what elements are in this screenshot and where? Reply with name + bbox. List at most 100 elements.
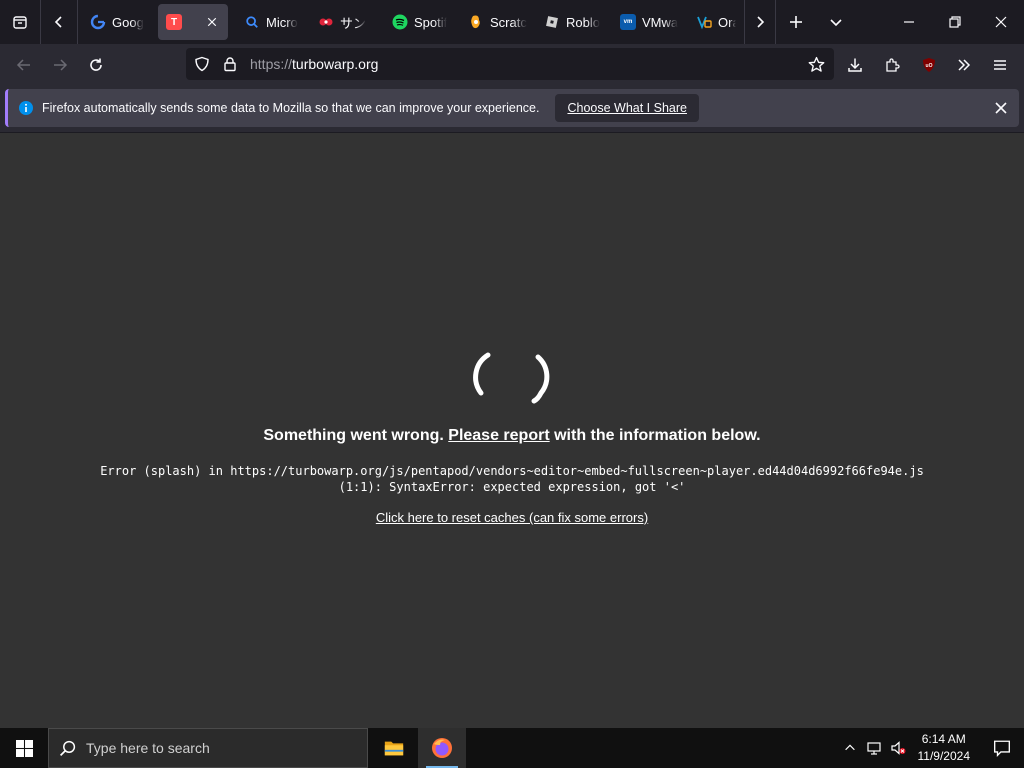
puzzle-piece-icon	[886, 58, 900, 72]
error-detail-line: Error (splash) in https://turbowarp.org/…	[100, 464, 924, 478]
folder-icon	[384, 741, 404, 756]
search-placeholder: Type here to search	[86, 740, 210, 756]
page-content: Something went wrong. Please report with…	[0, 133, 1024, 728]
taskbar-search-box[interactable]: Type here to search	[48, 728, 368, 768]
tracking-protection-shield-icon[interactable]	[188, 48, 216, 80]
error-heading-prefix: Something went wrong.	[263, 427, 449, 444]
google-icon	[90, 14, 106, 30]
notification-icon	[994, 740, 1010, 757]
spotify-icon	[392, 14, 408, 30]
tab-spotify[interactable]: Spotif	[384, 4, 460, 40]
close-icon	[995, 102, 1007, 114]
tab-title: Roblo	[566, 14, 600, 30]
tab-strip-separator	[77, 0, 78, 44]
choose-what-i-share-button[interactable]: Choose What I Share	[555, 94, 699, 122]
list-all-tabs-button[interactable]	[816, 0, 856, 44]
tab-sanrio[interactable]: サン	[310, 4, 384, 40]
close-window-button[interactable]	[978, 0, 1024, 44]
extensions-button[interactable]	[874, 49, 910, 81]
scroll-tabs-right-button[interactable]	[745, 0, 775, 44]
chevron-down-icon	[830, 19, 842, 27]
clock-date: 11/9/2024	[917, 749, 971, 763]
vmware-icon: vm	[620, 14, 636, 30]
tab-title: Goog	[112, 14, 144, 30]
reset-caches-link[interactable]: Click here to reset caches (can fix some…	[0, 510, 1024, 525]
tab-microsoft[interactable]: Micro	[236, 4, 310, 40]
volume-muted-icon	[890, 741, 905, 755]
close-notification-button[interactable]	[993, 100, 1009, 116]
choose-what-i-share-label: Choose What I Share	[567, 101, 687, 115]
roblox-icon	[544, 14, 560, 30]
file-explorer-taskbar-button[interactable]	[370, 728, 418, 768]
oracle-icon	[696, 14, 712, 30]
sanrio-icon	[318, 14, 334, 30]
firefox-view-icon	[13, 16, 27, 29]
tab-turbowarp[interactable]: T	[158, 4, 228, 40]
system-tray: 6:14 AM 11/9/2024	[838, 728, 1024, 768]
restore-icon	[949, 16, 961, 28]
hamburger-menu-icon	[994, 60, 1006, 70]
firefox-view-button[interactable]	[0, 0, 40, 44]
tab-title: サン	[340, 15, 367, 31]
url-scheme: https://	[250, 56, 293, 72]
show-hidden-icons-button[interactable]	[838, 728, 862, 768]
minimize-button[interactable]	[886, 0, 932, 44]
data-collection-notification: Firefox automatically sends some data to…	[5, 89, 1019, 127]
turbowarp-icon: T	[166, 14, 182, 30]
loading-spinner-icon	[473, 352, 550, 404]
tab-roblox[interactable]: Roblo	[536, 4, 612, 40]
arrow-left-icon	[16, 59, 30, 71]
tab-title: VMwa	[642, 14, 679, 30]
firefox-taskbar-button[interactable]	[418, 728, 466, 768]
restore-button[interactable]	[932, 0, 978, 44]
please-report-link[interactable]: Please report	[448, 427, 549, 444]
network-icon	[866, 742, 881, 755]
windows-taskbar: Type here to search 6:14 AM 11/9/2024	[0, 728, 1024, 768]
scroll-tabs-left-button[interactable]	[41, 0, 77, 44]
double-chevron-right-icon	[958, 59, 971, 71]
info-icon	[18, 100, 34, 116]
navigation-toolbar: https://turbowarp.org uO	[0, 44, 1024, 86]
volume-button[interactable]	[886, 728, 910, 768]
url-bar[interactable]: https://turbowarp.org	[186, 48, 834, 80]
downloads-button[interactable]	[837, 49, 873, 81]
url-text[interactable]: https://turbowarp.org	[250, 56, 378, 72]
close-tab-button[interactable]	[204, 14, 220, 30]
tab-title: Micro	[266, 14, 298, 30]
tab-google[interactable]: Goog	[82, 4, 154, 40]
action-center-button[interactable]	[980, 728, 1024, 768]
ublock-origin-button[interactable]: uO	[911, 49, 947, 81]
close-icon	[995, 16, 1007, 28]
tab-title: Scratc	[490, 14, 527, 30]
new-tab-button[interactable]	[776, 0, 816, 44]
tab-vmware[interactable]: vm VMwa	[612, 4, 688, 40]
lock-icon[interactable]	[216, 48, 244, 80]
forward-button[interactable]	[42, 49, 78, 81]
scratch-icon	[468, 14, 484, 30]
start-button[interactable]	[0, 728, 48, 768]
search-icon	[59, 740, 76, 756]
tab-scratch[interactable]: Scratc	[460, 4, 536, 40]
back-button[interactable]	[6, 49, 42, 81]
close-icon	[207, 17, 217, 27]
tab-oracle[interactable]: Ora	[688, 4, 744, 40]
url-host: turbowarp.org	[292, 56, 379, 72]
arrow-right-icon	[54, 59, 68, 71]
windows-logo-icon	[15, 739, 33, 757]
clock[interactable]: 6:14 AM 11/9/2024	[918, 731, 971, 765]
reload-icon	[90, 58, 102, 71]
plus-icon	[790, 16, 802, 28]
search-icon	[244, 14, 260, 30]
tab-strip: Goog T Micro サン Spotif Scratc Roblo vm V…	[0, 0, 1024, 44]
clock-time: 6:14 AM	[921, 732, 966, 746]
svg-text:uO: uO	[926, 63, 933, 69]
reload-button[interactable]	[78, 49, 114, 81]
tab-title: Spotif	[414, 14, 448, 30]
app-menu-button[interactable]	[982, 49, 1018, 81]
notification-message: Firefox automatically sends some data to…	[42, 101, 540, 115]
bookmark-star-button[interactable]	[802, 48, 830, 80]
network-button[interactable]	[862, 728, 886, 768]
chevron-up-icon	[844, 744, 855, 751]
more-tools-button[interactable]	[946, 49, 982, 81]
error-heading: Something went wrong. Please report with…	[0, 427, 1024, 445]
